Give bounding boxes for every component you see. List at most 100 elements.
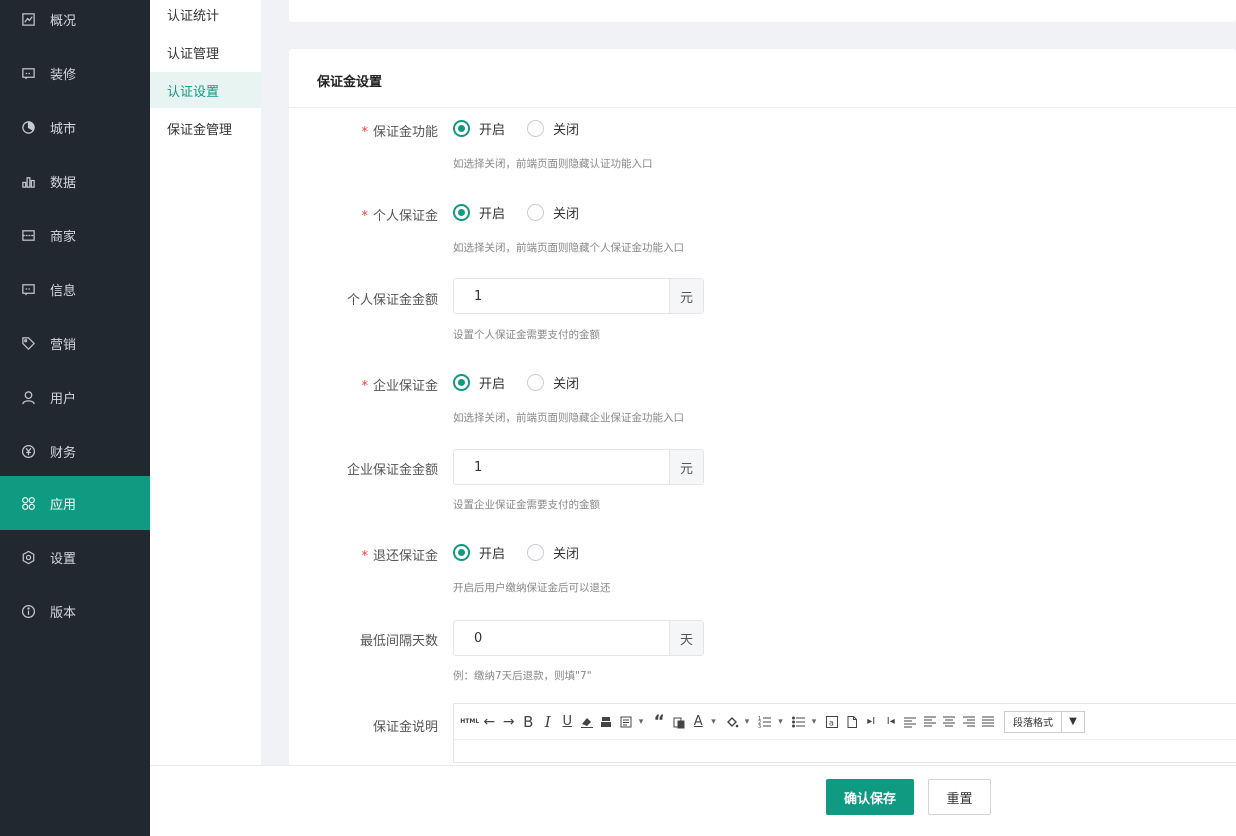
info-icon — [20, 603, 36, 619]
undo-icon[interactable]: ← — [480, 712, 500, 732]
save-button[interactable]: 确认保存 — [826, 779, 914, 815]
align-center-icon[interactable] — [940, 712, 960, 732]
radio-unchecked[interactable] — [527, 204, 545, 221]
unordered-list-dropdown-icon[interactable] — [809, 712, 823, 732]
sidebar-item-city[interactable]: 城市 — [0, 100, 150, 154]
sidebar-item-label: 财务 — [50, 445, 77, 461]
quote-icon[interactable]: “ — [650, 712, 670, 732]
insert-frame-icon[interactable]: a — [823, 712, 843, 732]
card-title: 保证金设置 — [317, 75, 383, 90]
redo-icon[interactable]: → — [499, 712, 519, 732]
sidebar-item-merchant[interactable]: 商家 — [0, 208, 150, 262]
html-source-button[interactable]: HTML — [460, 712, 480, 732]
submenu-item-label: 认证设置 — [167, 84, 220, 100]
radio-checked[interactable] — [453, 374, 470, 391]
personal-amount-input[interactable] — [454, 279, 669, 313]
deposit-settings-card: 保证金设置 * 保证金功能 开启 关闭 如选择关闭，前端页面则隐藏认证功能入口 *… — [289, 49, 1236, 836]
sidebar-item-apps[interactable]: 应用 — [0, 476, 150, 530]
outdent-icon[interactable]: I◂ — [881, 712, 901, 732]
format-painter-icon[interactable] — [597, 712, 617, 732]
table-icon[interactable] — [616, 712, 636, 732]
rich-text-editor: HTML ← → B I U “ A 123 a ▸I I◂ — [453, 703, 1236, 763]
deposit-function-off[interactable]: 关闭 — [527, 119, 579, 138]
radio-checked[interactable] — [453, 544, 470, 561]
submenu-item-cert-stats[interactable]: 认证统计 — [150, 0, 261, 32]
sidebar-item-settings[interactable]: 设置 — [0, 530, 150, 584]
sidebar-item-label: 应用 — [50, 497, 77, 513]
sidebar-item-users[interactable]: 用户 — [0, 370, 150, 424]
refund-deposit-on[interactable]: 开启 — [453, 543, 505, 562]
font-color-icon[interactable]: A — [689, 712, 709, 732]
align-justify-icon[interactable] — [979, 712, 999, 732]
unit-addon: 元 — [669, 279, 703, 313]
italic-icon[interactable]: I — [538, 712, 558, 732]
bold-icon[interactable]: B — [519, 712, 539, 732]
submenu-item-cert-manage[interactable]: 认证管理 — [150, 34, 261, 70]
sidebar-item-version[interactable]: 版本 — [0, 584, 150, 638]
field-hint: 例：缴纳7天后退款，则填"7" — [453, 670, 592, 682]
paragraph-format-select[interactable]: 段落格式 ▼ — [1004, 710, 1085, 733]
underline-icon[interactable]: U — [558, 712, 578, 732]
submenu-item-cert-settings[interactable]: 认证设置 — [150, 72, 261, 108]
font-color-dropdown-icon[interactable] — [708, 712, 722, 732]
sidebar-item-message[interactable]: 信息 — [0, 262, 150, 316]
action-footer: 确认保存 重置 — [150, 765, 1236, 836]
enterprise-deposit-on[interactable]: 开启 — [453, 373, 505, 392]
enterprise-deposit-off[interactable]: 关闭 — [527, 373, 579, 392]
top-card — [289, 0, 1236, 22]
radio-checked[interactable] — [453, 204, 470, 221]
submenu-item-label: 认证管理 — [167, 46, 220, 62]
submenu-item-label: 保证金管理 — [167, 122, 233, 138]
unordered-list-icon[interactable] — [789, 712, 809, 732]
personal-amount-label: 个人保证金金额 — [346, 293, 438, 308]
required-mark: * — [361, 379, 368, 394]
enterprise-deposit-radio-group: 开启 关闭 — [453, 373, 601, 392]
radio-unchecked[interactable] — [527, 374, 545, 391]
highlight-dropdown-icon[interactable] — [742, 712, 756, 732]
radio-unchecked[interactable] — [527, 120, 545, 137]
refund-deposit-off[interactable]: 关闭 — [527, 543, 579, 562]
required-mark: * — [361, 125, 368, 140]
enterprise-amount-input[interactable] — [454, 450, 669, 484]
sidebar-item-marketing[interactable]: 营销 — [0, 316, 150, 370]
radio-unchecked[interactable] — [527, 544, 545, 561]
required-mark: * — [361, 549, 368, 564]
sidebar-item-overview[interactable]: 概况 — [0, 0, 150, 46]
ordered-list-icon[interactable]: 123 — [756, 712, 776, 732]
deposit-function-radio-group: 开启 关闭 — [453, 119, 601, 138]
eraser-icon[interactable] — [577, 712, 597, 732]
personal-deposit-on[interactable]: 开启 — [453, 203, 505, 222]
required-mark: * — [361, 209, 368, 224]
highlight-icon[interactable] — [722, 712, 742, 732]
enterprise-amount-input-group: 元 — [453, 449, 704, 485]
page-break-icon[interactable] — [842, 712, 862, 732]
submenu-item-deposit-manage[interactable]: 保证金管理 — [150, 110, 261, 146]
sidebar-item-finance[interactable]: 财务 — [0, 424, 150, 478]
sidebar-item-label: 概况 — [50, 13, 77, 29]
field-hint: 如选择关闭，前端页面则隐藏认证功能入口 — [453, 158, 653, 170]
enterprise-amount-label: 企业保证金金额 — [346, 463, 438, 478]
personal-deposit-off[interactable]: 关闭 — [527, 203, 579, 222]
svg-text:3: 3 — [758, 724, 761, 729]
sidebar-item-label: 信息 — [50, 283, 77, 299]
deposit-function-on[interactable]: 开启 — [453, 119, 505, 138]
user-icon — [20, 389, 36, 405]
align-left-icon[interactable] — [920, 712, 940, 732]
unit-addon: 天 — [669, 621, 703, 655]
indent-icon[interactable]: ▸I — [862, 712, 882, 732]
caret-down-icon: ▼ — [1069, 716, 1077, 727]
min-interval-input-group: 天 — [453, 620, 704, 656]
message-icon — [20, 281, 36, 297]
paste-icon[interactable] — [669, 712, 689, 732]
sidebar-item-decorate[interactable]: 装修 — [0, 46, 150, 100]
sidebar-item-data[interactable]: 数据 — [0, 154, 150, 208]
reset-button[interactable]: 重置 — [928, 779, 991, 815]
radio-checked[interactable] — [453, 120, 470, 137]
align-right-icon[interactable] — [959, 712, 979, 732]
table-dropdown-icon[interactable] — [636, 712, 650, 732]
line-height-icon[interactable] — [901, 712, 921, 732]
ordered-list-dropdown-icon[interactable] — [775, 712, 789, 732]
sidebar-item-label: 用户 — [50, 391, 77, 407]
min-interval-input[interactable] — [454, 621, 669, 655]
sidebar-item-label: 版本 — [50, 605, 77, 621]
